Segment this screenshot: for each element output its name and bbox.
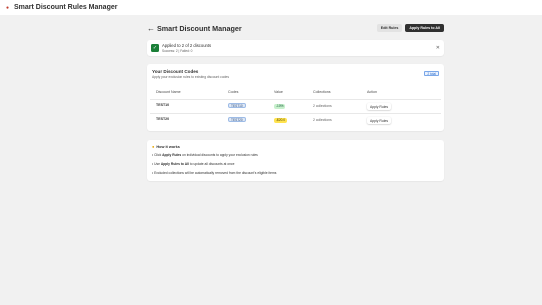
- banner-text: Applied to 2 of 2 discounts Success: 2 |…: [162, 43, 211, 53]
- discount-value-badge: -$20.0: [274, 117, 288, 123]
- edit-rules-button[interactable]: Edit Rules: [376, 24, 403, 32]
- row-divider: [150, 98, 441, 99]
- column-header-collections: Collections: [313, 90, 331, 94]
- discount-value-badge: -10%: [274, 103, 286, 109]
- app-title-bar: ● Smart Discount Rules Manager: [0, 0, 542, 15]
- bullet-emphasis: Apply Rules: [162, 153, 182, 157]
- instruction-bullet: • Excluded collections will be automatic…: [152, 171, 277, 175]
- instruction-bullet: • Click Apply Rules on individual discou…: [152, 153, 258, 157]
- app-logo-icon: ●: [6, 4, 10, 11]
- checkmark-icon: ✓: [151, 44, 159, 52]
- column-header-discount-name: Discount Name: [156, 90, 181, 94]
- card-subtitle: Apply your exclusion rules to existing d…: [152, 75, 229, 79]
- success-banner: ✓ Applied to 2 of 2 discounts Success: 2…: [147, 40, 444, 56]
- apply-rules-button[interactable]: Apply Rules: [367, 117, 392, 124]
- discount-code-tag: TEST20: [228, 117, 246, 122]
- column-header-value: Value: [274, 90, 283, 94]
- bullet-text: on individual discounts to apply your ex…: [181, 153, 258, 157]
- banner-title: Applied to 2 of 2 discounts: [162, 43, 212, 49]
- how-it-works-header: ● How it works: [152, 144, 180, 149]
- header-actions: Edit Rules Apply Rules to All: [376, 24, 444, 32]
- apply-rules-button[interactable]: Apply Rules: [367, 103, 392, 110]
- instruction-bullet: • Use Apply Rules to All to update all d…: [152, 162, 234, 166]
- column-header-codes: Codes: [228, 90, 239, 94]
- how-it-works-card: ● How it works • Click Apply Rules on in…: [147, 140, 444, 181]
- discount-name: TEST20: [156, 117, 170, 121]
- discount-name: TEST10: [156, 103, 170, 107]
- collections-count: 2 collections: [313, 104, 332, 108]
- column-header-action: Action: [367, 90, 377, 94]
- banner-subtitle: Success: 2 | Failed: 0: [162, 48, 193, 53]
- lightbulb-icon: ●: [152, 144, 155, 149]
- collections-count: 2 collections: [313, 118, 332, 122]
- bullet-emphasis: Apply Rules to All: [160, 162, 189, 166]
- page-title: Smart Discount Manager: [157, 23, 242, 33]
- apply-rules-to-all-button[interactable]: Apply Rules to All: [405, 24, 444, 32]
- back-arrow-icon[interactable]: ←: [147, 24, 157, 33]
- page-header: ← Smart Discount Manager Edit Rules Appl…: [147, 22, 444, 34]
- app-title: Smart Discount Rules Manager: [14, 4, 118, 11]
- discount-codes-card: Your Discount Codes Apply your exclusion…: [147, 64, 444, 131]
- bullet-text: to update all discounts at once: [188, 162, 235, 166]
- card-title: Your Discount Codes: [152, 69, 199, 74]
- bullet-text: • Click: [152, 153, 163, 157]
- row-divider: [150, 112, 441, 113]
- total-count-badge: 2 total: [424, 71, 439, 76]
- discount-code-tag: TEST10: [228, 103, 246, 108]
- bullet-text: • Use: [152, 162, 161, 166]
- close-icon[interactable]: ✕: [436, 45, 440, 51]
- how-it-works-title: How it works: [156, 144, 180, 149]
